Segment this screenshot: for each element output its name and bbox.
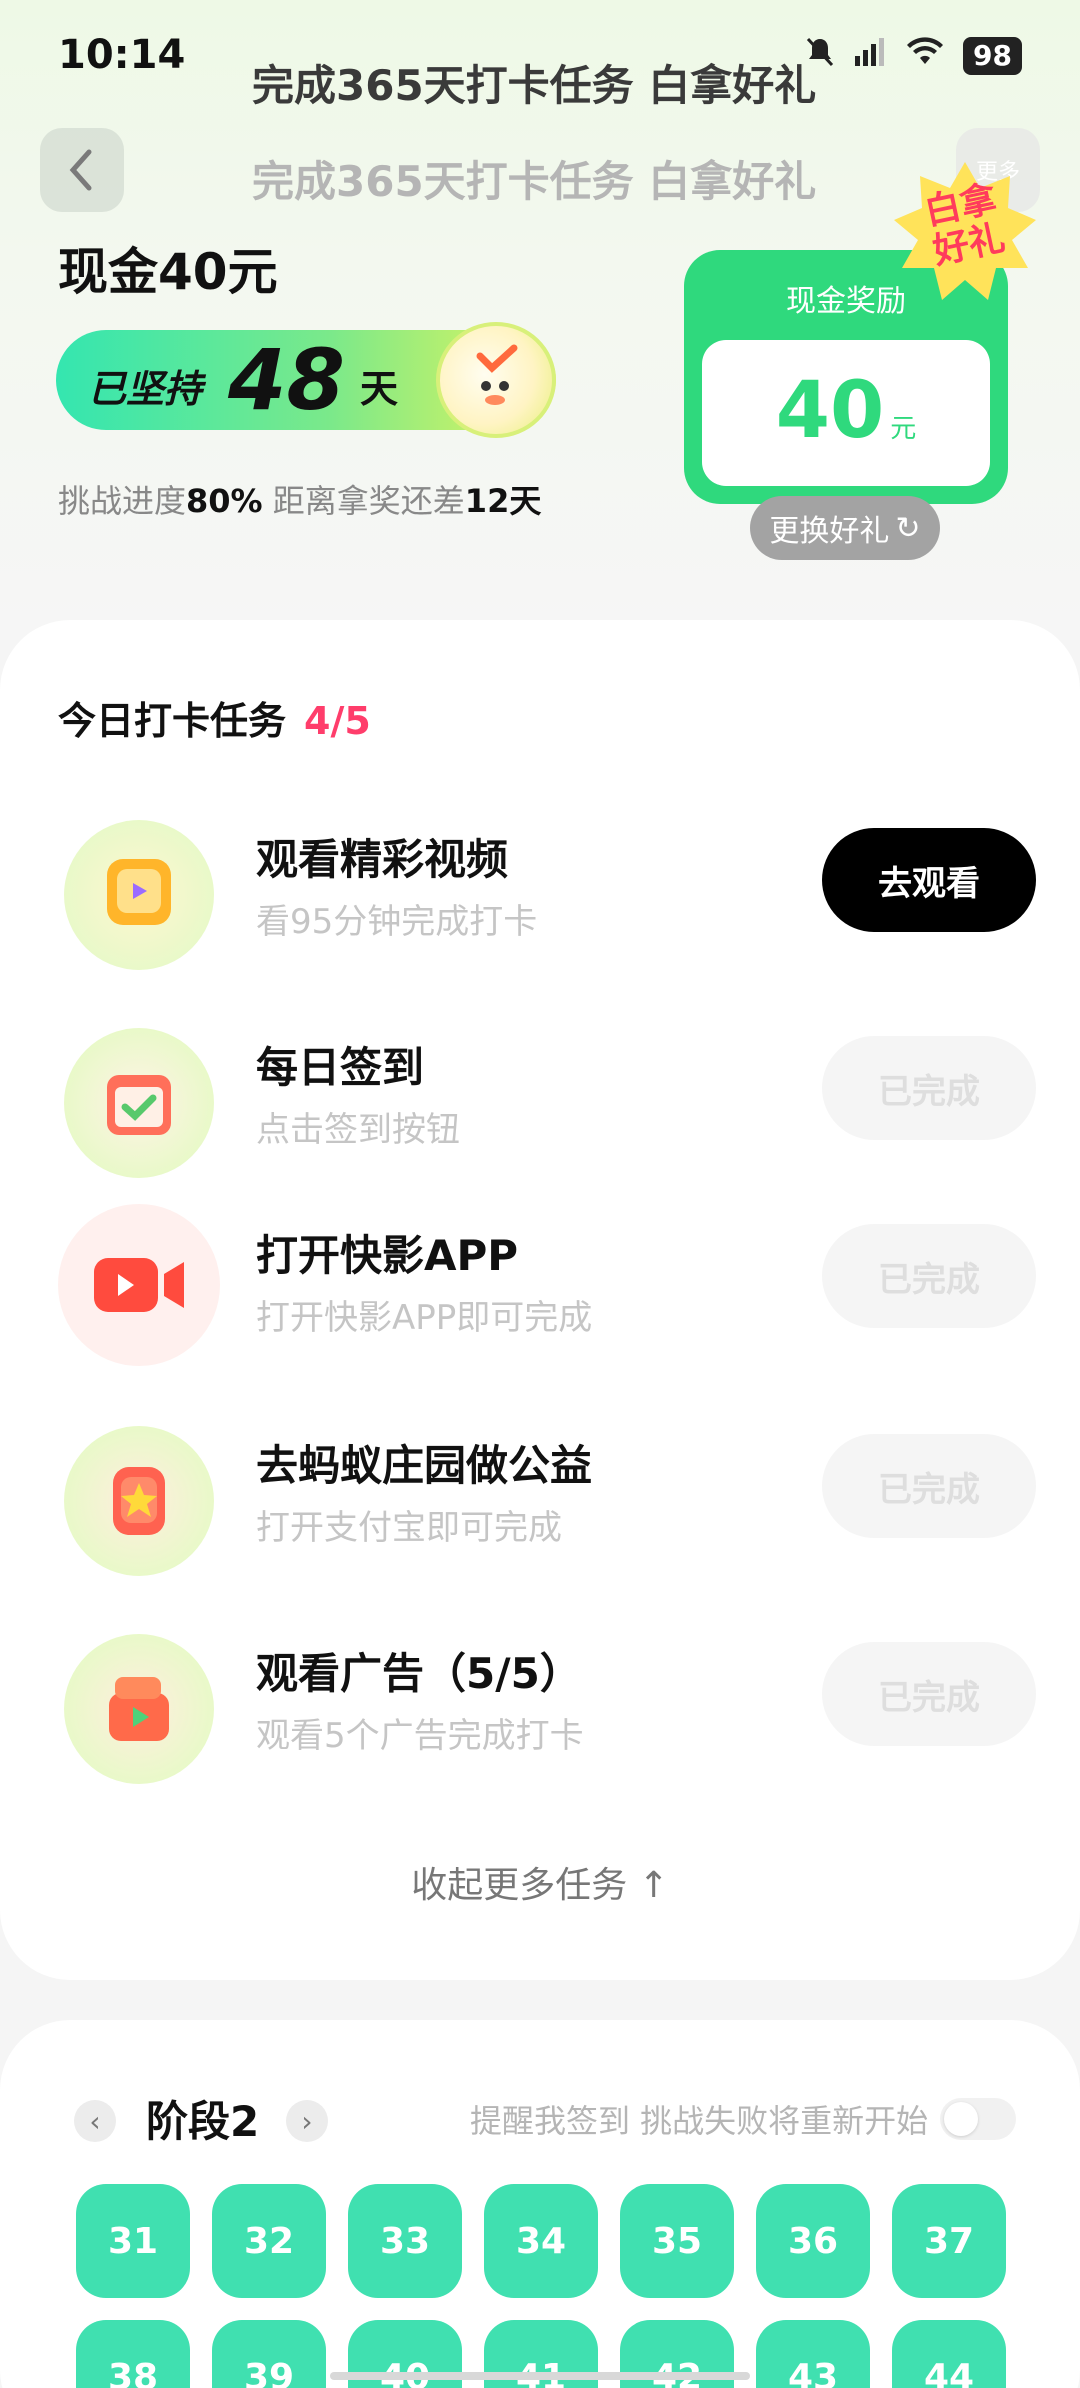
day-cell-38[interactable]: 38 <box>76 2320 190 2388</box>
next-stage-button[interactable]: › <box>286 2100 328 2142</box>
task-subtitle: 看95分钟完成打卡 <box>256 902 538 942</box>
header-title-overlay: 完成365天打卡任务 白拿好礼 <box>252 61 817 110</box>
task-item-daily-checkin: 每日签到 点击签到按钮 已完成 <box>0 1028 1080 1198</box>
day-cell-39[interactable]: 39 <box>212 2320 326 2388</box>
refresh-icon: ↻ <box>895 510 921 546</box>
stage-card: ‹ 阶段2 › 提醒我签到 挑战失败将重新开始 31 32 33 34 35 36 37 38… <box>0 2020 1080 2388</box>
daily-tasks-card: 今日打卡任务 4/5 观看精彩视频 看95分钟完成打卡 去观看 每日签到 点击签到… <box>0 620 1080 1980</box>
reward-unit: 元 <box>890 414 917 444</box>
task-title: 观看精彩视频 <box>256 835 509 884</box>
calendar-check-icon <box>64 1028 214 1178</box>
free-gift-badge: 白拿 好礼 <box>890 158 1040 308</box>
page-title: 完成365天打卡任务 白拿好礼 <box>252 157 817 206</box>
prev-stage-button[interactable]: ‹ <box>74 2100 116 2142</box>
done-button[interactable]: 已完成 <box>822 1642 1036 1746</box>
home-indicator <box>330 2372 750 2380</box>
mascot-icon <box>436 322 556 438</box>
task-title: 观看广告（5/5） <box>256 1649 582 1698</box>
reminder-toggle[interactable] <box>940 2098 1016 2140</box>
streak-pill: 已坚持 48 天 <box>56 322 556 438</box>
done-button[interactable]: 已完成 <box>822 1224 1036 1328</box>
battery-indicator: 98 <box>963 37 1022 75</box>
cash-title: 现金40元 <box>58 243 278 301</box>
reward-amount: 40 <box>775 366 885 456</box>
task-subtitle: 观看5个广告完成打卡 <box>256 1716 584 1756</box>
streak-days: 48 <box>228 331 345 429</box>
reward-amount-box: 40 元 <box>702 340 990 486</box>
day-cell-37[interactable]: 37 <box>892 2184 1006 2298</box>
done-button[interactable]: 已完成 <box>822 1036 1036 1140</box>
status-bar: 10:14 完成365天打卡任务 白拿好礼 98 <box>0 0 1080 110</box>
task-title: 去蚂蚁庄园做公益 <box>256 1441 593 1490</box>
change-gift-button[interactable]: 更换好礼 ↻ <box>750 496 940 560</box>
task-title: 每日签到 <box>256 1043 425 1092</box>
task-subtitle: 打开支付宝即可完成 <box>256 1508 562 1548</box>
done-button[interactable]: 已完成 <box>822 1434 1036 1538</box>
task-subtitle: 点击签到按钮 <box>256 1110 460 1150</box>
day-cell-34[interactable]: 34 <box>484 2184 598 2298</box>
ad-box-icon <box>64 1634 214 1784</box>
reminder-label: 提醒我签到 挑战失败将重新开始 <box>470 2102 929 2140</box>
bell-muted-icon <box>805 36 835 76</box>
wifi-icon <box>905 36 945 76</box>
task-subtitle: 打开快影APP即可完成 <box>256 1298 593 1338</box>
back-button[interactable] <box>40 128 124 212</box>
stage-label: 阶段2 <box>146 2097 260 2146</box>
task-title: 打开快影APP <box>256 1231 519 1280</box>
day-cell-36[interactable]: 36 <box>756 2184 870 2298</box>
day-cell-31[interactable]: 31 <box>76 2184 190 2298</box>
day-cell-44[interactable]: 44 <box>892 2320 1006 2388</box>
watch-button[interactable]: 去观看 <box>822 828 1036 932</box>
day-cell-43[interactable]: 43 <box>756 2320 870 2388</box>
task-item-ant-farm: 去蚂蚁庄园做公益 打开支付宝即可完成 已完成 <box>0 1426 1080 1596</box>
video-tile-icon <box>64 820 214 970</box>
streak-unit: 天 <box>360 367 399 411</box>
streak-label: 已坚持 <box>88 367 203 411</box>
star-watch-icon <box>64 1426 214 1576</box>
task-item-open-kuaiying: 打开快影APP 打开快影APP即可完成 已完成 <box>0 1204 1080 1386</box>
task-item-watch-video: 观看精彩视频 看95分钟完成打卡 去观看 <box>0 820 1080 990</box>
tasks-heading: 今日打卡任务 4/5 <box>58 699 371 743</box>
toggle-knob <box>944 2102 978 2136</box>
day-cell-32[interactable]: 32 <box>212 2184 326 2298</box>
day-cell-35[interactable]: 35 <box>620 2184 734 2298</box>
status-icons: 98 <box>805 36 1022 76</box>
chevron-left-icon <box>69 149 92 191</box>
signal-icon <box>853 36 887 76</box>
day-cell-33[interactable]: 33 <box>348 2184 462 2298</box>
tasks-count: 4/5 <box>304 699 371 743</box>
task-item-watch-ads: 观看广告（5/5） 观看5个广告完成打卡 已完成 <box>0 1634 1080 1804</box>
status-time: 10:14 <box>58 32 186 78</box>
challenge-progress: 挑战进度80% 距离拿奖还差12天 <box>58 482 542 520</box>
collapse-tasks-link[interactable]: 收起更多任务 ↑ <box>0 1856 1080 1908</box>
video-camera-icon <box>58 1204 220 1366</box>
